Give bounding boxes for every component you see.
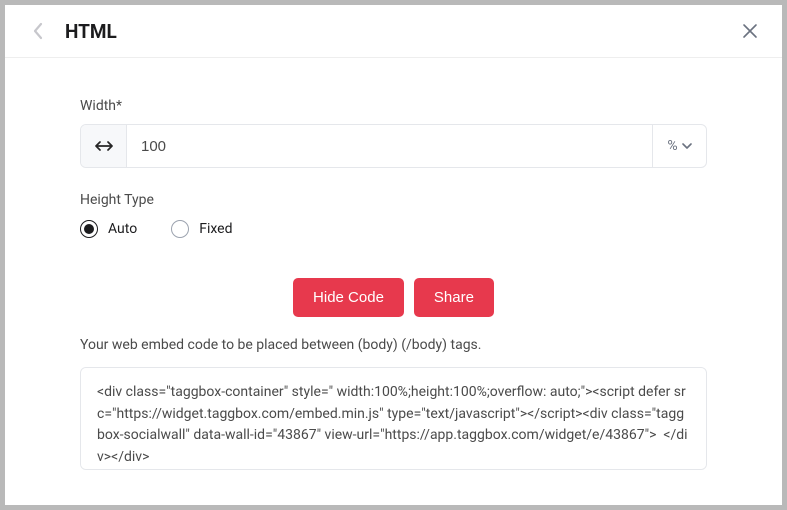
hide-code-button[interactable]: Hide Code [293,278,404,317]
share-button[interactable]: Share [414,278,494,317]
embed-helper-text: Your web embed code to be placed between… [80,337,707,353]
back-icon[interactable] [33,22,43,40]
modal-body: Width* % Height Type Auto [5,58,782,494]
chevron-down-icon [682,143,692,149]
radio-label-auto: Auto [108,221,137,237]
unit-value: % [667,138,677,154]
unit-dropdown[interactable]: % [652,125,706,167]
height-type-section: Height Type Auto Fixed [80,192,707,238]
height-type-label: Height Type [80,192,707,208]
radio-auto[interactable]: Auto [80,220,137,238]
radio-label-fixed: Fixed [199,221,232,237]
modal-header: HTML [5,5,782,58]
width-input[interactable] [127,125,652,167]
embed-modal: HTML Width* % Height Type [5,5,782,505]
width-label: Width* [80,98,707,114]
radio-fixed[interactable]: Fixed [171,220,232,238]
action-buttons: Hide Code Share [80,278,707,317]
radio-icon [171,220,189,238]
height-type-radios: Auto Fixed [80,220,707,238]
radio-icon [80,220,98,238]
horizontal-arrows-icon [81,125,127,167]
modal-title: HTML [65,20,117,43]
embed-code-textarea[interactable] [80,367,707,470]
close-icon[interactable] [738,19,762,43]
width-input-group: % [80,124,707,168]
